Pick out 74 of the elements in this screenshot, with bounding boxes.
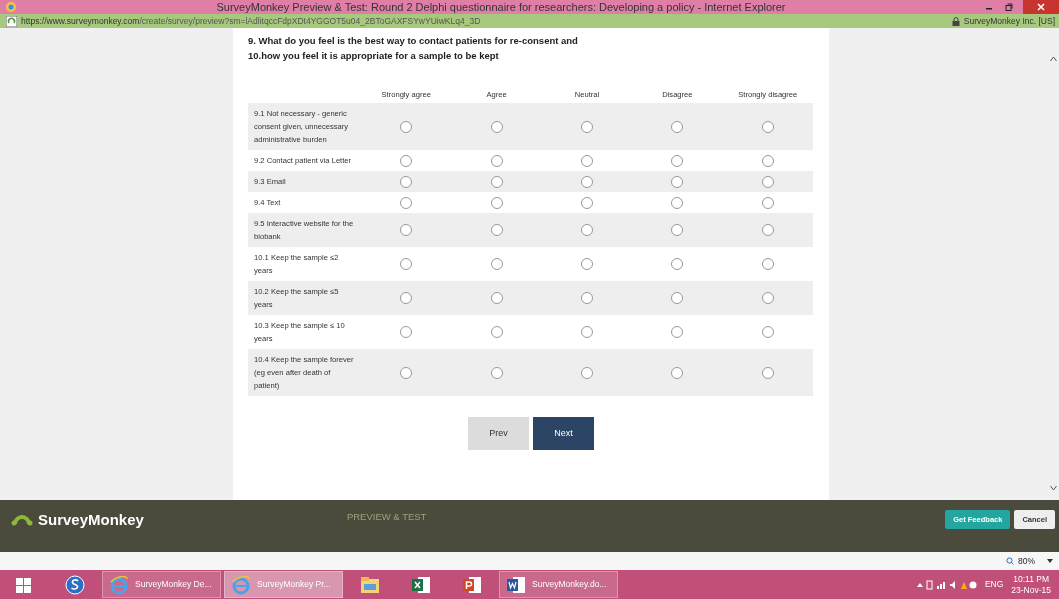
radio-button[interactable]	[580, 175, 593, 188]
radio-button[interactable]	[490, 326, 503, 339]
radio-button[interactable]	[400, 366, 413, 379]
radio-button[interactable]	[580, 258, 593, 271]
radio-button[interactable]	[761, 224, 774, 237]
radio-button[interactable]	[580, 292, 593, 305]
language-indicator[interactable]: ENG	[984, 578, 1004, 591]
browser-icon	[230, 573, 252, 596]
taskbar-button[interactable]: SurveyMonkey.do...	[499, 571, 618, 598]
radio-button[interactable]	[761, 120, 774, 133]
next-button[interactable]: Next	[533, 417, 594, 451]
radio-button[interactable]	[490, 120, 503, 133]
site-identity: SurveyMonkey Inc. [US]	[963, 14, 1055, 28]
radio-button[interactable]	[490, 366, 503, 379]
radio-button[interactable]	[761, 175, 774, 188]
taskbar-button[interactable]: SurveyMonkey Pr...	[224, 571, 343, 598]
prev-button[interactable]: Prev	[468, 417, 529, 451]
radio-button[interactable]	[400, 196, 413, 209]
radio-button[interactable]	[400, 258, 413, 271]
radio-button[interactable]	[580, 196, 593, 209]
tray-icons-drawing[interactable]	[916, 579, 977, 590]
radio-button[interactable]	[580, 366, 593, 379]
radio-button[interactable]	[671, 326, 684, 339]
question-title: 9. What do you feel is the best way to contact patients for re-consent and	[248, 34, 579, 48]
radio-button[interactable]	[490, 175, 503, 188]
radio-button[interactable]	[400, 154, 413, 167]
radio-button[interactable]	[671, 120, 684, 133]
scroll-down-icon[interactable]	[1050, 485, 1057, 491]
radio-button[interactable]	[671, 175, 684, 188]
url-field[interactable]: https://www.surveymonkey.com/create/survey/preview?sm=lAdlitqccFdpXDt4YGGOT5u04_2BToGAXFSYwYUiwKLq4_3D	[21, 14, 481, 28]
radio-button[interactable]	[490, 292, 503, 305]
close-icon[interactable]	[1023, 0, 1059, 14]
radio-button[interactable]	[671, 366, 684, 379]
radio-button[interactable]	[490, 154, 503, 167]
mode-label: PREVIEW & TEST	[346, 510, 428, 524]
logo-icon	[11, 512, 33, 526]
brand-logo: SurveyMonkey	[38, 510, 144, 530]
radio-button[interactable]	[490, 258, 503, 271]
radio-button[interactable]	[761, 326, 774, 339]
question-title: 10.how you feel it is appropriate for a sample to be kept	[248, 48, 500, 63]
radio-button[interactable]	[761, 154, 774, 167]
radio-button[interactable]	[671, 224, 684, 237]
radio-button[interactable]	[761, 366, 774, 379]
clock[interactable]: 10:11 PM 23-Nov-15	[1011, 573, 1051, 596]
taskbar-button[interactable]: SurveyMonkey De...	[102, 571, 221, 598]
lock-icon	[951, 16, 960, 26]
scroll-up-icon[interactable]	[1050, 56, 1057, 62]
dropdown-icon[interactable]	[1047, 559, 1053, 563]
radio-button[interactable]	[580, 326, 593, 339]
window-title: SurveyMonkey Preview & Test: Round 2 Delphi questionnaire for researchers: Developing a policy - Internet Explorer	[215, 0, 787, 15]
radio-button[interactable]	[671, 292, 684, 305]
radio-button[interactable]	[490, 196, 503, 209]
radio-button[interactable]	[580, 120, 593, 133]
radio-button[interactable]	[671, 154, 684, 167]
radio-button[interactable]	[761, 196, 774, 209]
restore-icon[interactable]	[1005, 3, 1013, 11]
radio-button[interactable]	[761, 258, 774, 271]
refresh-icon[interactable]	[6, 15, 17, 27]
radio-button[interactable]	[400, 326, 413, 339]
zoom-icon	[1006, 557, 1014, 565]
radio-button[interactable]	[761, 292, 774, 305]
radio-button[interactable]	[671, 196, 684, 209]
radio-button[interactable]	[400, 120, 413, 133]
radio-button[interactable]	[400, 292, 413, 305]
browser-icon	[5, 1, 17, 13]
radio-button[interactable]	[490, 224, 503, 237]
radio-button[interactable]	[580, 224, 593, 237]
radio-button[interactable]	[671, 258, 684, 271]
browser-icon	[108, 573, 130, 596]
radio-button[interactable]	[580, 154, 593, 167]
radio-button[interactable]	[400, 175, 413, 188]
zoom-level[interactable]: 80%	[1018, 554, 1035, 568]
chat-app-icon	[64, 573, 86, 596]
radio-button[interactable]	[400, 224, 413, 237]
